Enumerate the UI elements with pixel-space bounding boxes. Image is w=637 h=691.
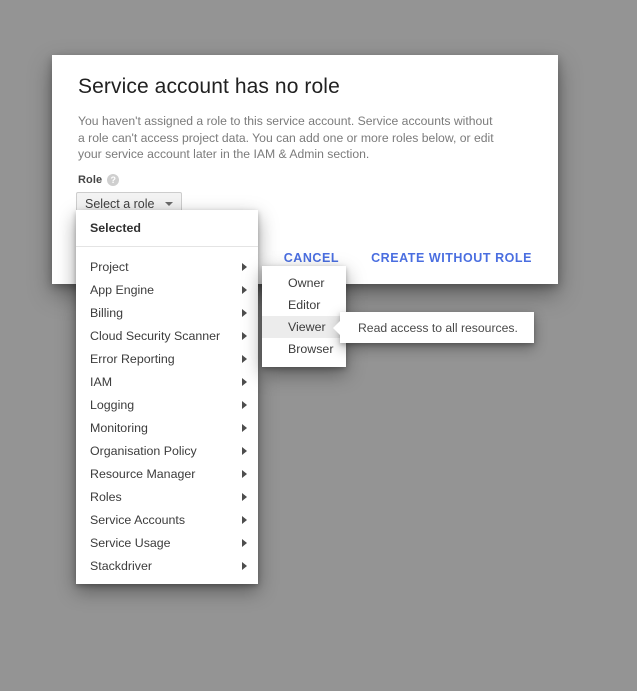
page-title: Service account has no role [78,75,340,98]
help-icon[interactable]: ? [107,174,120,186]
menu-item-label: Logging [90,397,135,412]
menu-item-iam[interactable]: IAM [76,370,258,393]
menu-item-label: Service Usage [90,535,171,550]
role-description-tooltip: Read access to all resources. [333,312,534,343]
menu-item-label: IAM [90,374,113,389]
menu-item-label: Organisation Policy [90,443,197,458]
dialog-body-text: You haven't assigned a role to this serv… [78,114,494,161]
chevron-right-icon [242,538,247,547]
chevron-right-icon [242,354,247,363]
chevron-right-icon [242,308,247,317]
chevron-right-icon [242,515,247,524]
menu-item-label: Roles [90,489,122,504]
create-without-role-button[interactable]: CREATE WITHOUT ROLE [363,245,540,271]
chevron-right-icon [242,446,247,455]
menu-item-label: Stackdriver [90,558,152,573]
chevron-right-icon [242,469,247,478]
menu-item-resource-manager[interactable]: Resource Manager [76,462,258,485]
role-menu-list: Project App Engine Billing Cloud Securit… [76,247,258,577]
menu-item-monitoring[interactable]: Monitoring [76,416,258,439]
menu-item-label: Billing [90,305,124,320]
chevron-down-icon [165,201,174,206]
menu-item-billing[interactable]: Billing [76,301,258,324]
submenu-item-browser[interactable]: Browser [262,338,346,360]
chevron-right-icon [242,492,247,501]
submenu-item-editor[interactable]: Editor [262,294,346,316]
menu-item-label: Monitoring [90,420,148,435]
chevron-right-icon [242,400,247,409]
menu-item-organisation-policy[interactable]: Organisation Policy [76,439,258,462]
menu-item-cloud-security-scanner[interactable]: Cloud Security Scanner [76,324,258,347]
project-roles-submenu: Owner Editor Viewer Browser [262,266,346,367]
menu-item-project[interactable]: Project [76,255,258,278]
menu-item-label: Cloud Security Scanner [90,328,221,343]
menu-item-service-usage[interactable]: Service Usage [76,531,258,554]
chevron-right-icon [242,262,247,271]
chevron-right-icon [242,561,247,570]
menu-item-label: App Engine [90,282,155,297]
role-dropdown-menu: Selected Project App Engine Billing Clou… [76,210,258,584]
menu-item-label: Service Accounts [90,512,186,527]
menu-item-service-accounts[interactable]: Service Accounts [76,508,258,531]
chevron-right-icon [242,331,247,340]
chevron-right-icon [242,423,247,432]
menu-item-label: Resource Manager [90,466,196,481]
role-field-label-row: Role ? [78,174,120,186]
menu-item-logging[interactable]: Logging [76,393,258,416]
role-select-value: Select a role [85,196,155,211]
menu-item-error-reporting[interactable]: Error Reporting [76,347,258,370]
menu-item-stackdriver[interactable]: Stackdriver [76,554,258,577]
menu-item-label: Error Reporting [90,351,175,366]
menu-item-label: Project [90,259,129,274]
menu-section-selected: Selected [76,210,258,247]
submenu-item-owner[interactable]: Owner [262,272,346,294]
chevron-right-icon [242,377,247,386]
menu-item-app-engine[interactable]: App Engine [76,278,258,301]
role-label: Role [78,174,103,186]
chevron-right-icon [242,285,247,294]
menu-item-roles[interactable]: Roles [76,485,258,508]
